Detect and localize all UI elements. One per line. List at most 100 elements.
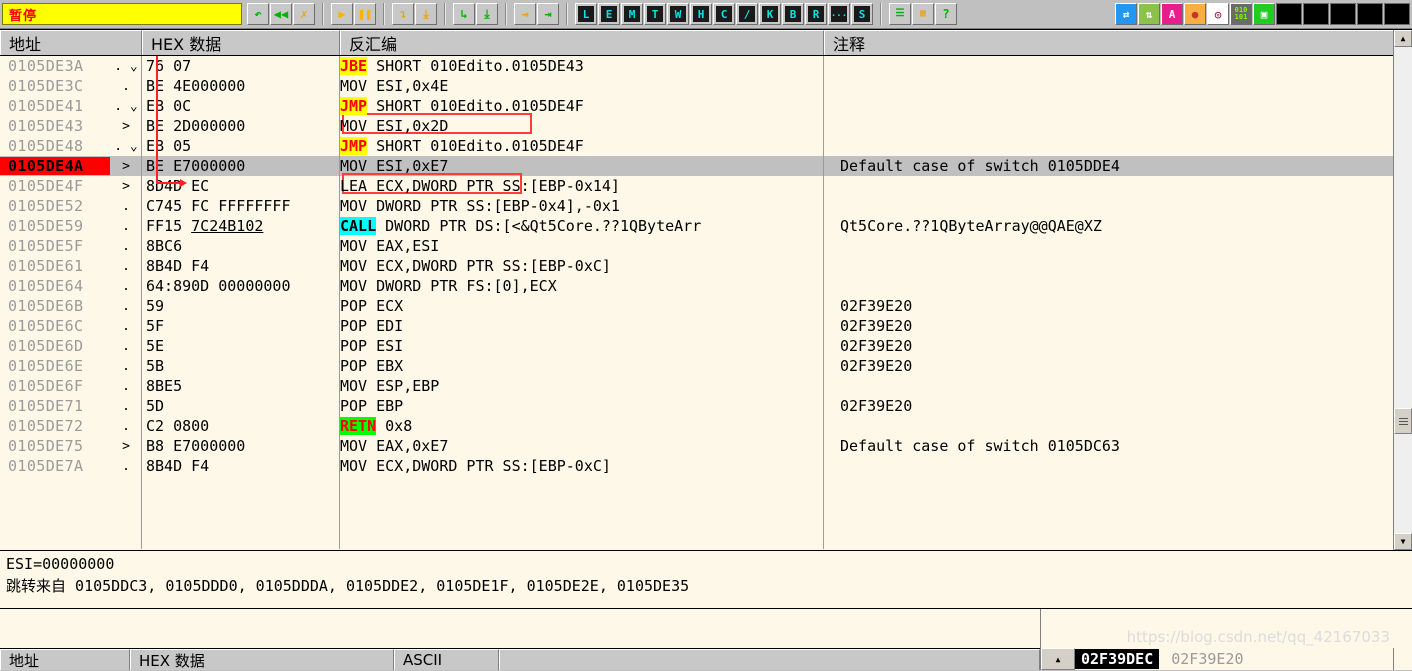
toolbar-button-l[interactable]: L: [575, 3, 597, 25]
row-disassembly: JBE SHORT 010Edito.0105DE43: [340, 57, 824, 75]
row-marker: >: [122, 178, 130, 194]
row-marker: . ⌄: [114, 98, 138, 114]
record-icon[interactable]: ●: [1184, 3, 1206, 25]
table-row[interactable]: 0105DE52. C745 FC FFFFFFFF MOV DWORD PTR S…: [0, 196, 1412, 216]
table-row[interactable]: 0105DE6B. 59 POP ECX 02F39E20: [0, 296, 1412, 316]
toolbar-button-t[interactable]: T: [644, 3, 666, 25]
table-row[interactable]: 0105DE6E. 5B POP EBX 02F39E20: [0, 356, 1412, 376]
toolbar-group-trace: ↳ ⤓: [448, 3, 503, 25]
toolbar-group-step: ↴ ⤓: [387, 3, 442, 25]
scroll-up-button[interactable]: ▲: [1394, 30, 1412, 47]
table-row[interactable]: 0105DE3A . ⌄ 76 07 JBE SHORT 010Edito.0105D…: [0, 56, 1412, 76]
dump-column-header-hex[interactable]: HEX 数据: [130, 649, 394, 670]
row-marker: .: [122, 298, 130, 314]
row-disassembly: POP EBP: [340, 397, 404, 415]
memory-map-icon[interactable]: ▦: [912, 3, 934, 25]
toolbar-button-k[interactable]: K: [759, 3, 781, 25]
updown-icon[interactable]: ⇅: [1138, 3, 1160, 25]
target-icon[interactable]: ◎: [1207, 3, 1229, 25]
toolbar-button-label: R: [808, 6, 824, 22]
table-row[interactable]: 0105DE72. C2 0800 RETN 0x8: [0, 416, 1412, 436]
stack-divider: [1393, 648, 1394, 670]
row-disassembly: MOV ESP,EBP: [340, 377, 440, 395]
table-row[interactable]: 0105DE4A > BE E7000000 MOV ESI,0xE7 Default …: [0, 156, 1412, 176]
pause-button[interactable]: ❚❚: [354, 3, 376, 25]
row-address: 0105DE7A: [8, 457, 84, 475]
disassembly-row-list[interactable]: 0105DE3A . ⌄ 76 07 JBE SHORT 010Edito.0105D…: [0, 56, 1412, 549]
table-row[interactable]: 0105DE59. FF15 7C24B102 CALL DWORD PTR DS:…: [0, 216, 1412, 236]
step-over-button[interactable]: ⤓: [415, 3, 437, 25]
stack-row[interactable]: ▲ 02F39DEC 02F39E20: [1041, 648, 1412, 670]
row-hex: C745 FC FFFFFFFF: [146, 197, 291, 215]
dump-column-header-ascii[interactable]: ASCII: [394, 649, 499, 670]
toolbar-button-c[interactable]: C: [713, 3, 735, 25]
column-header-address[interactable]: 地址: [0, 30, 142, 55]
toolbar-button-w[interactable]: W: [667, 3, 689, 25]
table-row[interactable]: 0105DE6F. 8BE5 MOV ESP,EBP: [0, 376, 1412, 396]
table-row[interactable]: 0105DE64. 64:890D 00000000 MOV DWORD PTR F…: [0, 276, 1412, 296]
table-row[interactable]: 0105DE61. 8B4D F4 MOV ECX,DWORD PTR SS:[EB…: [0, 256, 1412, 276]
row-mnemonic: CALL: [340, 217, 377, 235]
row-mnemonic: JMP: [340, 97, 368, 115]
toolbar-button-h[interactable]: H: [690, 3, 712, 25]
table-row[interactable]: 0105DE41 . ⌄ EB 0C JMP SHORT 010Edito.0105D…: [0, 96, 1412, 116]
scroll-thumb[interactable]: [1394, 408, 1412, 434]
restart-button[interactable]: ↶: [247, 3, 269, 25]
table-row[interactable]: 0105DE7A. 8B4D F4 MOV ECX,DWORD PTR SS:[EB…: [0, 456, 1412, 476]
run-button[interactable]: ▶: [331, 3, 353, 25]
main-toolbar: 暂停 ↶ ◀◀ ✗ ▶ ❚❚ ↴ ⤓ ↳ ⤓ ⇥ ⇥ L E M T W H C / K B R..…: [0, 0, 1412, 29]
cpu-vertical-scrollbar[interactable]: ▲ ▼: [1393, 30, 1412, 550]
trace-over-button[interactable]: ⤓: [476, 3, 498, 25]
toolbar-button-label: W: [670, 6, 686, 22]
row-mnemonic: JBE: [340, 57, 368, 75]
table-row[interactable]: 0105DE75 > B8 E7000000 MOV EAX,0xE7 Default …: [0, 436, 1412, 456]
blank-button[interactable]: [1276, 3, 1302, 25]
row-address: 0105DE6C: [8, 317, 84, 335]
table-row[interactable]: 0105DE71. 5D POP EBP 02F39E20: [0, 396, 1412, 416]
table-row[interactable]: 0105DE5F. 8BC6 MOV EAX,ESI: [0, 236, 1412, 256]
table-row[interactable]: 0105DE43 > BE 2D000000 MOV ESI,0x2D: [0, 116, 1412, 136]
table-row[interactable]: 0105DE4F >8D4D EC LEA ECX,DWORD PTR SS:[EB…: [0, 176, 1412, 196]
row-marker: .: [122, 358, 130, 374]
column-header-comment[interactable]: 注释: [824, 30, 1412, 55]
row-hex: BE 4E000000: [146, 77, 246, 95]
compare-icon[interactable]: ⇄: [1115, 3, 1137, 25]
blank-button[interactable]: [1357, 3, 1383, 25]
toolbar-button-m[interactable]: M: [621, 3, 643, 25]
dump-column-header-extra[interactable]: [499, 649, 1040, 670]
row-marker: . ⌄: [114, 58, 138, 74]
help-icon[interactable]: ?: [935, 3, 957, 25]
rewind-button[interactable]: ◀◀: [270, 3, 292, 25]
toolbar-button-more[interactable]: ...: [828, 3, 850, 25]
run-to-user-code-button[interactable]: ⇥: [537, 3, 559, 25]
blank-button[interactable]: [1384, 3, 1410, 25]
column-header-hex[interactable]: HEX 数据: [142, 30, 340, 55]
window-icon[interactable]: ▣: [1253, 3, 1275, 25]
trace-into-button[interactable]: ↳: [453, 3, 475, 25]
table-row[interactable]: 0105DE6C. 5F POP EDI 02F39E20: [0, 316, 1412, 336]
execute-till-return-button[interactable]: ⇥: [514, 3, 536, 25]
toolbar-button-slash[interactable]: /: [736, 3, 758, 25]
attach-icon[interactable]: A: [1161, 3, 1183, 25]
toolbar-button-e[interactable]: E: [598, 3, 620, 25]
dump-column-header-address[interactable]: 地址: [0, 649, 130, 670]
toolbar-button-r[interactable]: R: [805, 3, 827, 25]
list-icon[interactable]: ☰: [889, 3, 911, 25]
stack-scroll-up-button[interactable]: ▲: [1041, 648, 1075, 670]
table-row[interactable]: 0105DE6D. 5E POP ESI 02F39E20: [0, 336, 1412, 356]
table-row[interactable]: 0105DE3C. BE 4E000000 MOV ESI,0x4E: [0, 76, 1412, 96]
blank-button[interactable]: [1330, 3, 1356, 25]
row-comment: Default case of switch 0105DDE4: [840, 157, 1120, 175]
blank-button[interactable]: [1303, 3, 1329, 25]
close-button[interactable]: ✗: [293, 3, 315, 25]
scroll-down-button[interactable]: ▼: [1394, 533, 1412, 550]
step-into-button[interactable]: ↴: [392, 3, 414, 25]
toolbar-button-b[interactable]: B: [782, 3, 804, 25]
toolbar-button-s[interactable]: S: [851, 3, 873, 25]
row-hex: BE E7000000: [146, 157, 246, 175]
table-row[interactable]: 0105DE48 . ⌄ EB 05 JMP SHORT 010Edito.0105D…: [0, 136, 1412, 156]
binary-icon[interactable]: 010 101: [1230, 3, 1252, 25]
stack-selected-address[interactable]: 02F39DEC: [1075, 649, 1160, 669]
status-badge: 暂停: [2, 3, 242, 25]
column-header-disassembly[interactable]: 反汇编: [340, 30, 824, 55]
